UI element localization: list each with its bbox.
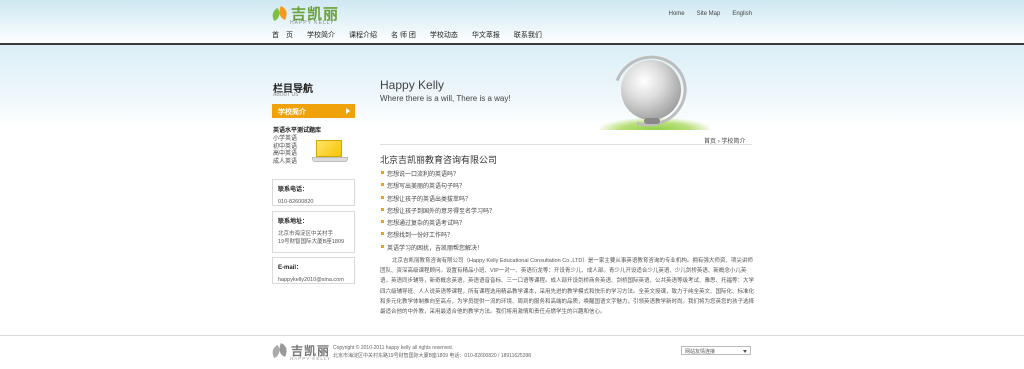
list-item: 您想写出美丽的英语句子吗？ xyxy=(381,181,495,193)
address-line: 北京市海淀区中关村手 xyxy=(278,231,334,237)
page-title: 北京吉凯丽教育咨询有限公司 xyxy=(380,156,498,166)
test-link-adult[interactable]: 成人英语 xyxy=(273,159,297,167)
nav-news[interactable]: 学校动态 xyxy=(430,30,458,42)
list-item: 您想让孩子到国外的意牙得至名学习吗？ xyxy=(381,206,495,218)
friend-links-select[interactable]: 网站友情连接 xyxy=(681,346,751,355)
main-nav: 首 页 学校简介 课程介绍 名 师 团 学校动态 华文萃报 联系我们 xyxy=(272,30,556,42)
sidebar-item-label: 学校简介 xyxy=(278,109,306,116)
footer-brand-subtitle: HAPPY KELLY xyxy=(290,356,332,361)
list-item: 您想通过复杂的英语考试吗？ xyxy=(381,218,495,230)
list-item: 您想让孩子的英语出类拔萃吗？ xyxy=(381,194,495,206)
globe-stand-icon xyxy=(644,118,660,124)
address-value: 北京市海淀区中关村手 19号财智国际大厦B座1809 xyxy=(278,231,349,246)
banner-subtitle: Where there is a will, There is a way! xyxy=(380,94,511,103)
english-link[interactable]: English xyxy=(732,11,752,17)
address-box: 联系地址： 北京市海淀区中关村手 19号财智国际大厦B座1809 xyxy=(272,211,355,253)
copyright: Copyright © 2010-2011 happy kelly all ri… xyxy=(333,345,454,351)
sidebar-subtitle: ABOUT US xyxy=(273,92,299,98)
site-map-link[interactable]: Site Map xyxy=(697,11,721,17)
nav-teachers[interactable]: 名 师 团 xyxy=(391,30,416,42)
nav-about[interactable]: 学校简介 xyxy=(307,30,335,42)
banner xyxy=(0,45,1024,129)
email-value[interactable]: happykelly2010@sina.com xyxy=(278,277,349,285)
laptop-icon xyxy=(312,140,348,164)
friend-links-value: 网站友情连接 xyxy=(685,349,716,355)
list-item: 您想说一口流利的英语吗？ xyxy=(381,169,495,181)
nav-courses[interactable]: 课程介绍 xyxy=(349,30,377,42)
banner-title: Happy Kelly xyxy=(380,78,445,92)
chevron-right-icon xyxy=(346,108,350,114)
footer-divider xyxy=(0,335,1024,336)
tests-list: 小学英语 初中英语 高中英语 成人英语 xyxy=(273,136,297,166)
tests-title[interactable]: 英语水平测试题库 xyxy=(273,125,321,134)
phone-box: 联系电话： 010-82600820 xyxy=(272,179,355,206)
leaf-logo-icon xyxy=(270,342,289,359)
breadcrumb-divider xyxy=(380,144,752,145)
sidebar-item-about[interactable]: 学校简介 xyxy=(272,104,355,118)
list-item: 您想找到一份好工作吗？ xyxy=(381,230,495,242)
home-link[interactable]: Home xyxy=(669,11,685,17)
question-list: 您想说一口流利的英语吗？ 您想写出美丽的英语句子吗？ 您想让孩子的英语出类拔萃吗… xyxy=(381,169,495,255)
email-label: E-mail： xyxy=(278,265,303,271)
nav-digest[interactable]: 华文萃报 xyxy=(472,30,500,42)
intro-paragraph: 北京吉凯丽教育咨询有限公司（Happy Kelly Educational Co… xyxy=(380,258,755,316)
list-item: 英语学习的困扰，吉凯丽帮您解决！ xyxy=(381,243,495,255)
email-box: E-mail： happykelly2010@sina.com xyxy=(272,257,355,284)
phone-value: 010-82600820 xyxy=(278,199,314,205)
nav-contact[interactable]: 联系我们 xyxy=(514,30,542,42)
nav-home[interactable]: 首 页 xyxy=(272,30,293,42)
globe-icon xyxy=(621,60,681,120)
brand-subtitle: HAPPY KELLY xyxy=(290,20,335,26)
top-links: Home Site Map English xyxy=(669,11,752,17)
address-label: 联系地址： xyxy=(278,219,309,225)
address-line: 19号财智国际大厦B座1809 xyxy=(278,238,345,245)
leaf-logo-icon xyxy=(270,6,289,22)
test-link-primary[interactable]: 小学英语 xyxy=(273,136,297,144)
test-link-senior[interactable]: 高中英语 xyxy=(273,151,297,159)
phone-label: 联系电话： xyxy=(278,187,309,193)
chevron-down-icon xyxy=(743,350,747,353)
footer-address: 北京市海淀区中关村东路19号财智国际大厦B座1809 电话：010-826008… xyxy=(333,353,532,359)
